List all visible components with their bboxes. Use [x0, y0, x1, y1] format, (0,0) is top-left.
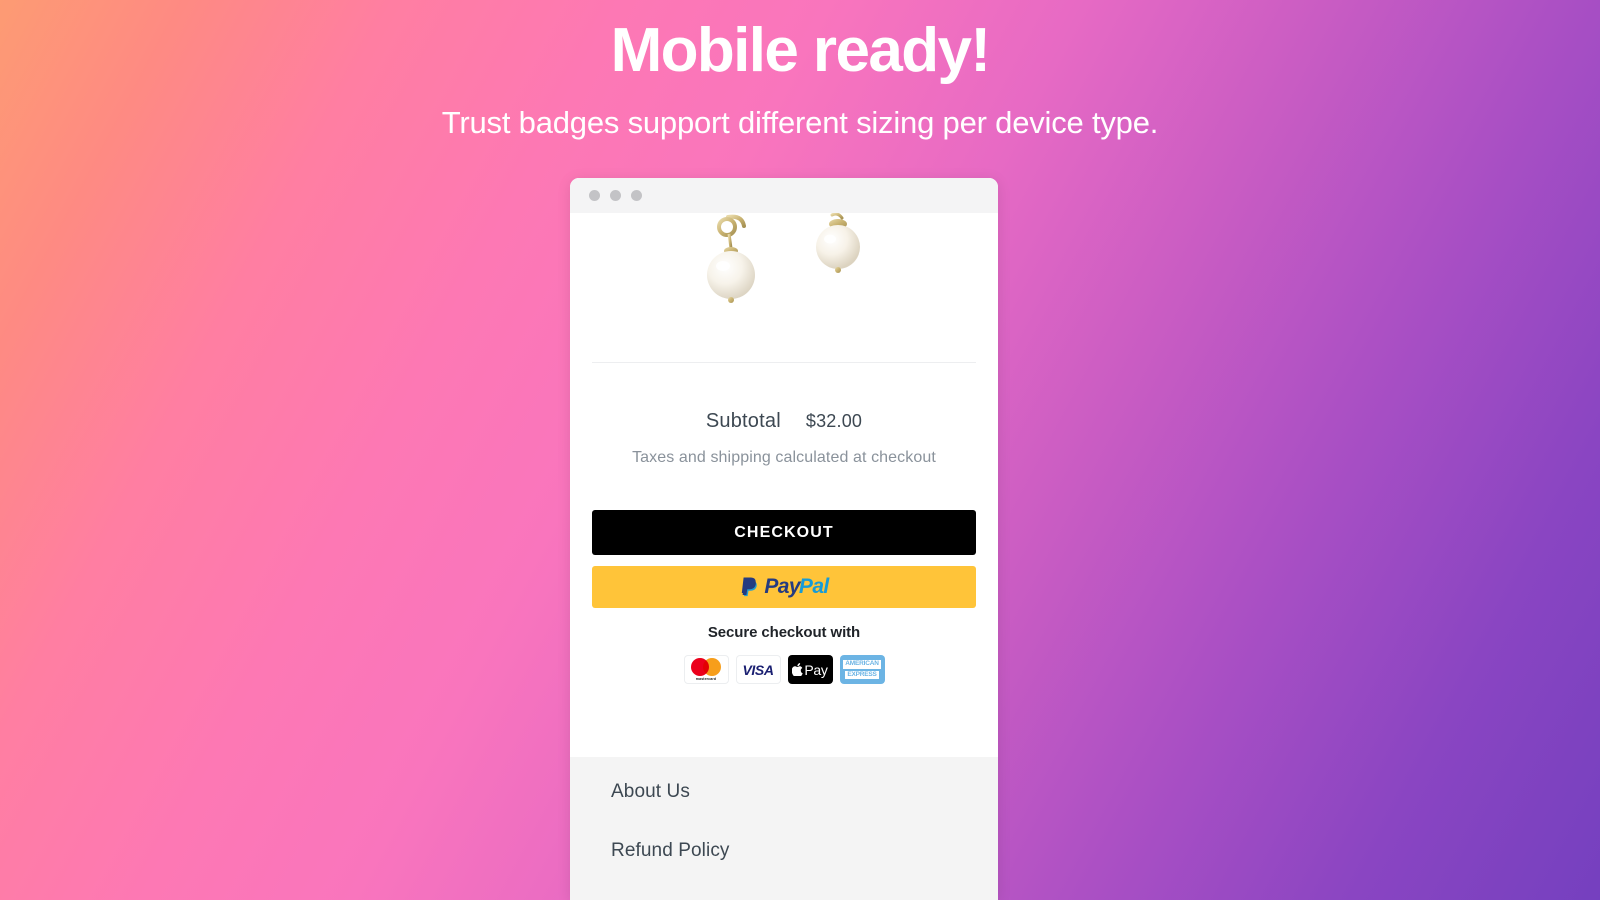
- secure-checkout-title: Secure checkout with: [707, 624, 861, 641]
- drawer-footer: About Us Refund Policy Terms of Service: [570, 757, 998, 900]
- footer-link-refund-policy[interactable]: Refund Policy: [611, 840, 998, 862]
- window-dot-close-icon[interactable]: [589, 190, 600, 201]
- amex-line-1: AMERICAN: [843, 660, 881, 669]
- hero-section: Mobile ready! Trust badges support diffe…: [0, 0, 1600, 141]
- window-dot-maximize-icon[interactable]: [631, 190, 642, 201]
- subtotal-value: $32.00: [805, 411, 863, 431]
- subtotal-label: Subtotal: [705, 410, 781, 432]
- apple-pay-icon: Pay: [787, 655, 833, 684]
- american-express-icon: AMERICAN EXPRESS: [839, 655, 885, 684]
- paypal-pay-text: Pay: [764, 575, 800, 598]
- window-dot-minimize-icon[interactable]: [610, 190, 621, 201]
- subtotal-row: Subtotal $32.00: [570, 410, 998, 433]
- checkout-actions: CHECKOUT Pay Pal: [570, 510, 998, 608]
- page-subtitle: Trust badges support different sizing pe…: [441, 105, 1159, 141]
- page-title: Mobile ready!: [610, 16, 991, 85]
- trust-badges-row: mastercard VISA Pay AMERICAN EXPRESS: [570, 655, 998, 684]
- mastercard-label: mastercard: [695, 676, 717, 681]
- paypal-logo: Pay Pal: [739, 575, 829, 599]
- checkout-button[interactable]: CHECKOUT: [592, 510, 976, 555]
- mastercard-icon: mastercard: [683, 655, 729, 684]
- footer-link-about-us[interactable]: About Us: [611, 781, 998, 803]
- pearl-earring-right-icon: [816, 213, 860, 273]
- browser-title-bar: [570, 178, 998, 213]
- visa-icon: VISA: [735, 655, 781, 684]
- cart-drawer: Subtotal $32.00 Taxes and shipping calcu…: [570, 213, 998, 900]
- paypal-pal-text: Pal: [798, 575, 829, 598]
- paypal-button[interactable]: Pay Pal: [592, 566, 976, 608]
- paypal-mark-icon: [742, 577, 758, 597]
- apple-logo-icon: [792, 663, 804, 676]
- pearl-earring-left-icon: [707, 214, 755, 303]
- cart-divider: [592, 362, 976, 363]
- apple-pay-label: Pay: [804, 661, 828, 678]
- visa-label: VISA: [742, 661, 774, 678]
- amex-line-2: EXPRESS: [845, 670, 879, 679]
- product-image: [570, 213, 998, 333]
- tax-shipping-note: Taxes and shipping calculated at checkou…: [632, 449, 936, 466]
- browser-mockup: Subtotal $32.00 Taxes and shipping calcu…: [570, 178, 998, 900]
